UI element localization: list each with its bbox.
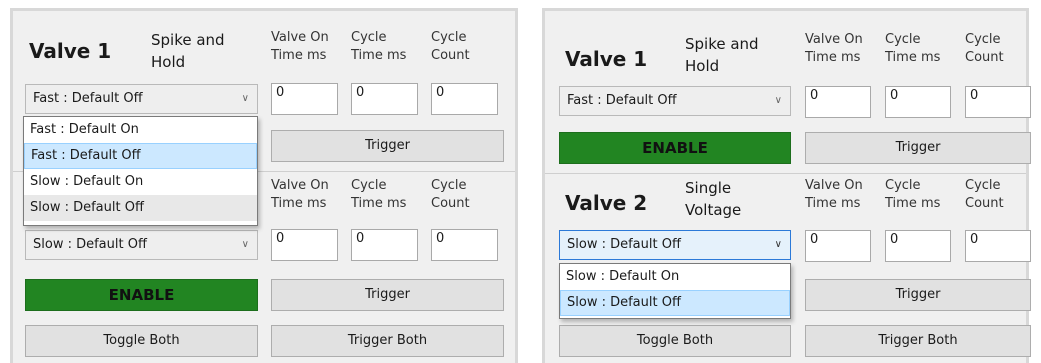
- valve1-valve-on-input[interactable]: 0: [271, 83, 338, 115]
- valve2-valve-on-input[interactable]: 0: [805, 230, 871, 262]
- valve2-header-cycle-time: Cycle Time ms: [351, 178, 407, 211]
- valve1-mode-label: Spike and Hold: [685, 35, 759, 75]
- chevron-down-icon: ∨: [241, 239, 249, 250]
- valve2-valve-on-input[interactable]: 0: [271, 229, 338, 261]
- valve1-enable-button[interactable]: ENABLE: [559, 132, 791, 164]
- toggle-both-button[interactable]: Toggle Both: [25, 325, 258, 357]
- trigger-both-button[interactable]: Trigger Both: [271, 325, 504, 357]
- valve2-header-cycle-time: Cycle Time ms: [885, 178, 941, 211]
- chevron-down-icon: ∨: [241, 93, 249, 104]
- valve2-mode-select[interactable]: Slow : Default Off ∨: [559, 230, 791, 260]
- chevron-down-icon: ∨: [774, 95, 782, 106]
- valve1-mode-select[interactable]: Fast : Default Off ∨: [559, 86, 791, 116]
- valve2-mode-select[interactable]: Slow : Default Off ∨: [25, 230, 258, 260]
- valve1-header-valve-on: Valve On Time ms: [271, 30, 329, 63]
- chevron-down-icon: ∨: [774, 239, 782, 250]
- valve2-enable-button[interactable]: ENABLE: [25, 279, 258, 311]
- valve1-mode-dropdown-list: Fast : Default On Fast : Default Off Slo…: [23, 116, 258, 226]
- trigger-both-button[interactable]: Trigger Both: [805, 325, 1031, 357]
- valve-control-panel-right: Valve 1 Spike and Hold Valve On Time ms C…: [542, 8, 1031, 363]
- valve2-cycle-time-input[interactable]: 0: [885, 230, 951, 262]
- valve2-header-valve-on: Valve On Time ms: [271, 178, 329, 211]
- valve2-cycle-count-input[interactable]: 0: [431, 229, 498, 261]
- valve1-trigger-button[interactable]: Trigger: [271, 130, 504, 162]
- valve-control-panel-left: Valve 1 Spike and Hold Valve On Time ms C…: [10, 8, 518, 363]
- valve2-trigger-button[interactable]: Trigger: [271, 279, 504, 311]
- valve2-trigger-button[interactable]: Trigger: [805, 279, 1031, 311]
- valve2-cycle-time-input[interactable]: 0: [351, 229, 418, 261]
- valve1-valve-on-input[interactable]: 0: [805, 86, 871, 118]
- valve1-header-cycle-count: Cycle Count: [431, 30, 470, 63]
- valve-divider: [545, 173, 1026, 174]
- valve1-header-valve-on: Valve On Time ms: [805, 32, 863, 65]
- valve1-title: Valve 1: [565, 47, 648, 71]
- valve2-title: Valve 2: [565, 191, 648, 215]
- toggle-both-button[interactable]: Toggle Both: [559, 325, 791, 357]
- dropdown-option[interactable]: Slow : Default On: [560, 264, 790, 290]
- valve1-cycle-time-input[interactable]: 0: [351, 83, 418, 115]
- valve1-title: Valve 1: [29, 39, 112, 63]
- valve1-cycle-count-input[interactable]: 0: [431, 83, 498, 115]
- valve2-cycle-count-input[interactable]: 0: [965, 230, 1031, 262]
- valve2-header-cycle-count: Cycle Count: [965, 178, 1004, 211]
- valve1-cycle-count-input[interactable]: 0: [965, 86, 1031, 118]
- valve1-trigger-button[interactable]: Trigger: [805, 132, 1031, 164]
- valve1-cycle-time-input[interactable]: 0: [885, 86, 951, 118]
- dropdown-option[interactable]: Slow : Default On: [24, 169, 257, 195]
- dropdown-option[interactable]: Fast : Default On: [24, 117, 257, 143]
- valve1-header-cycle-time: Cycle Time ms: [351, 30, 407, 63]
- valve2-mode-dropdown-list: Slow : Default On Slow : Default Off: [559, 263, 791, 319]
- dropdown-option[interactable]: Slow : Default Off: [24, 195, 257, 221]
- valve1-mode-select[interactable]: Fast : Default Off ∨: [25, 84, 258, 114]
- valve1-header-cycle-count: Cycle Count: [965, 32, 1004, 65]
- dropdown-option-selected[interactable]: Fast : Default Off: [24, 143, 257, 169]
- valve1-header-cycle-time: Cycle Time ms: [885, 32, 941, 65]
- valve1-mode-label: Spike and Hold: [151, 31, 225, 71]
- valve2-header-valve-on: Valve On Time ms: [805, 178, 863, 211]
- valve2-header-cycle-count: Cycle Count: [431, 178, 470, 211]
- valve2-mode-label: Single Voltage: [685, 179, 742, 219]
- dropdown-option-selected[interactable]: Slow : Default Off: [560, 290, 790, 316]
